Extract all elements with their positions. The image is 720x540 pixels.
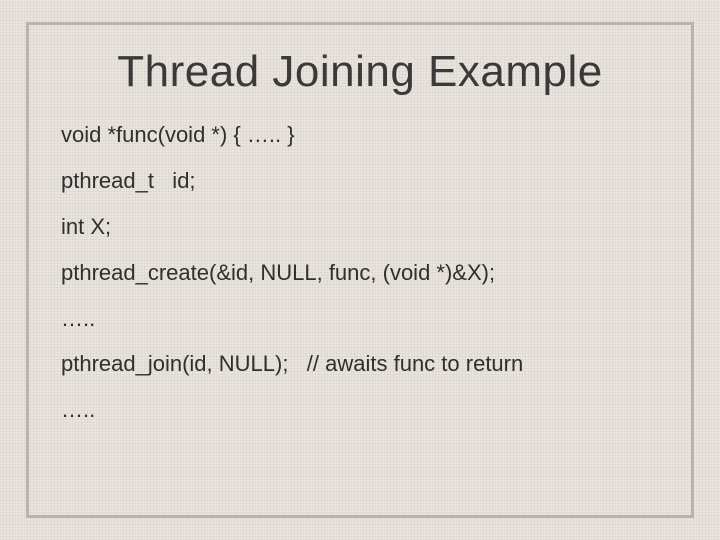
code-line: int X; [61,211,661,243]
code-line: ….. [61,303,661,335]
code-line: ….. [61,394,661,426]
code-line: pthread_create(&id, NULL, func, (void *)… [61,257,661,289]
code-line: void *func(void *) { ….. } [61,119,661,151]
slide-frame: Thread Joining Example void *func(void *… [26,22,694,518]
code-line: pthread_t id; [61,165,661,197]
slide: Thread Joining Example void *func(void *… [0,0,720,540]
code-line: pthread_join(id, NULL); // awaits func t… [61,348,661,380]
slide-title: Thread Joining Example [59,47,661,97]
